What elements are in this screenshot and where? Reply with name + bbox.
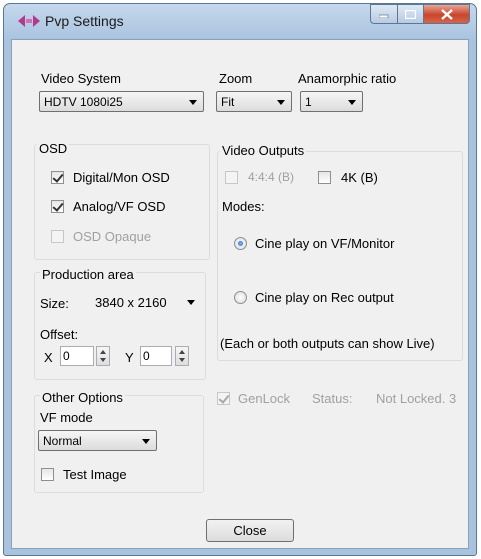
size-select[interactable]: 3840 x 2160 — [90, 291, 202, 312]
chevron-down-icon — [277, 100, 285, 105]
output-444-checkbox[interactable] — [225, 171, 238, 184]
osd-group-label: OSD — [37, 141, 70, 156]
size-value: 3840 x 2160 — [95, 295, 167, 310]
genlock-checkbox[interactable] — [217, 392, 230, 405]
mode-vf-monitor-radio[interactable] — [234, 237, 247, 250]
genlock-status-value: Not Locked. 3 — [376, 391, 457, 406]
chevron-down-icon — [142, 439, 150, 444]
test-image-checkbox[interactable] — [41, 468, 54, 481]
vf-mode-select[interactable]: Normal — [38, 430, 157, 451]
mode-vf-monitor-label: Cine play on VF/Monitor — [255, 236, 395, 251]
production-area-label: Production area — [40, 267, 136, 282]
genlock-label: GenLock — [238, 391, 291, 406]
caption-buttons — [370, 4, 470, 24]
video-system-value: HDTV 1080i25 — [44, 95, 123, 109]
video-system-label: Video System — [41, 71, 121, 86]
other-options-label: Other Options — [40, 390, 125, 405]
chevron-down-icon — [187, 300, 195, 305]
video-system-select[interactable]: HDTV 1080i25 — [39, 91, 204, 112]
offset-y-input[interactable]: 0 — [140, 346, 172, 366]
mode-rec-output-label: Cine play on Rec output — [255, 290, 394, 305]
close-button[interactable]: Close — [206, 519, 294, 542]
close-icon — [440, 8, 453, 20]
osd-opaque-checkbox[interactable] — [51, 230, 64, 243]
analog-osd-label: Analog/VF OSD — [73, 199, 166, 214]
digital-osd-label: Digital/Mon OSD — [73, 170, 170, 185]
anamorphic-label: Anamorphic ratio — [298, 71, 397, 86]
chevron-down-icon — [189, 100, 197, 105]
offset-y-stepper[interactable] — [175, 346, 189, 366]
genlock-status-label: Status: — [312, 391, 353, 406]
anamorphic-select[interactable]: 1 — [300, 91, 363, 112]
digital-osd-checkbox[interactable] — [51, 171, 64, 184]
maximize-icon — [405, 9, 416, 19]
maximize-button[interactable] — [398, 4, 424, 24]
output-4k-label: 4K (B) — [341, 170, 378, 185]
size-label: Size: — [40, 296, 69, 311]
offset-y-value: 0 — [143, 349, 150, 363]
live-note: (Each or both outputs can show Live) — [220, 336, 435, 351]
title-bar[interactable]: Pvp Settings — [4, 4, 476, 38]
minimize-icon — [379, 14, 389, 18]
mode-rec-output-radio[interactable] — [234, 291, 247, 304]
dialog-body: Video System HDTV 1080i25 Zoom Fit Anamo… — [11, 39, 469, 549]
zoom-label: Zoom — [219, 71, 253, 86]
offset-x-input[interactable]: 0 — [60, 346, 94, 366]
chevron-down-icon — [348, 100, 356, 105]
video-outputs-label: Video Outputs — [220, 143, 307, 158]
pvp-settings-window: Pvp Settings Video System HDTV 1080i25 Z… — [3, 3, 477, 556]
vf-mode-label: VF mode — [40, 410, 93, 425]
offset-label: Offset: — [40, 327, 79, 342]
vf-mode-value: Normal — [43, 434, 82, 448]
analog-osd-checkbox[interactable] — [51, 200, 64, 213]
offset-y-label: Y — [125, 350, 134, 365]
output-4k-checkbox[interactable] — [318, 171, 331, 184]
offset-x-value: 0 — [63, 349, 70, 363]
offset-x-stepper[interactable] — [96, 346, 110, 366]
offset-x-label: X — [44, 350, 53, 365]
osd-opaque-label: OSD Opaque — [73, 229, 152, 244]
test-image-label: Test Image — [63, 467, 127, 482]
zoom-value: Fit — [221, 95, 235, 109]
modes-label: Modes: — [222, 199, 265, 214]
app-icon — [18, 15, 40, 27]
minimize-button[interactable] — [370, 4, 398, 24]
anamorphic-value: 1 — [305, 95, 312, 109]
close-window-button[interactable] — [424, 4, 470, 24]
output-444-label: 4:4:4 (B) — [248, 170, 295, 184]
window-title: Pvp Settings — [45, 13, 124, 29]
zoom-select[interactable]: Fit — [216, 91, 292, 112]
